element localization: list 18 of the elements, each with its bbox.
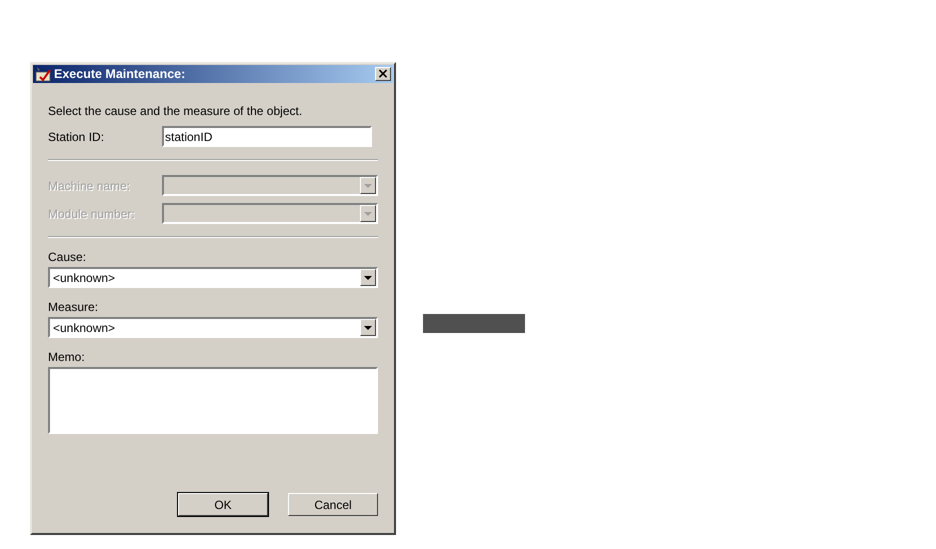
window-title: Execute Maintenance: — [54, 67, 186, 81]
dropdown-value: <unknown> — [52, 270, 116, 284]
tools-icon — [35, 66, 52, 82]
dropdown[interactable]: <unknown> — [48, 267, 378, 288]
station-id-field[interactable]: stationID — [162, 126, 372, 147]
field-label: Station ID: — [48, 130, 106, 144]
dropdown-value: <unknown> — [52, 320, 116, 334]
close-button[interactable]: × — [375, 67, 391, 81]
instruction-text: Select the cause and the measure of the object. — [48, 104, 304, 118]
memo-field[interactable] — [48, 367, 378, 434]
field-label: Measure: — [48, 300, 100, 314]
dialog-button[interactable]: Cancel — [288, 493, 378, 516]
field-label: Memo: — [48, 350, 86, 364]
dropdown[interactable]: <unknown> — [48, 317, 378, 338]
dropdown[interactable] — [162, 203, 378, 224]
dropdown[interactable] — [162, 175, 378, 196]
dialog-button[interactable]: OK — [178, 493, 268, 516]
field-label: Cause: — [48, 250, 88, 264]
